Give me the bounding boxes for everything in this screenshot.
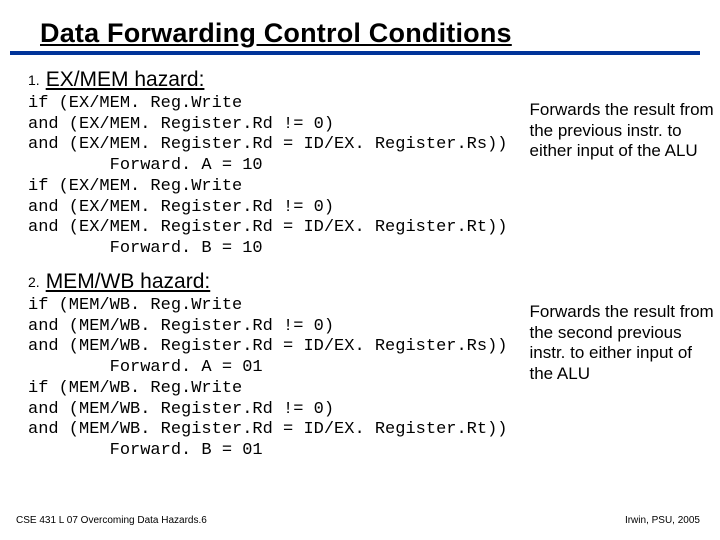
title-rule: Data Forwarding Control Conditions — [10, 18, 700, 55]
slide-body: 1.EX/MEM hazard: if (EX/MEM. Reg.Write a… — [0, 61, 720, 462]
footer-right: Irwin, PSU, 2005 — [625, 515, 700, 526]
footer-left: CSE 431 L 07 Overcoming Data Hazards.6 — [16, 515, 207, 526]
section-1-code: if (EX/MEM. Reg.Write and (EX/MEM. Regis… — [16, 94, 507, 260]
section-1-heading: 1.EX/MEM hazard: — [16, 68, 720, 92]
section-2-number: 2. — [28, 274, 46, 290]
slide: Data Forwarding Control Conditions 1.EX/… — [0, 0, 720, 540]
section-2-note: Forwards the result from the second prev… — [507, 296, 720, 462]
section-2-code: if (MEM/WB. Reg.Write and (MEM/WB. Regis… — [16, 296, 507, 462]
slide-footer: CSE 431 L 07 Overcoming Data Hazards.6 I… — [0, 515, 720, 526]
section-1-row: if (EX/MEM. Reg.Write and (EX/MEM. Regis… — [16, 94, 720, 260]
section-2-label: MEM/WB hazard: — [46, 270, 211, 293]
section-1-label: EX/MEM hazard: — [46, 68, 205, 91]
section-1-note: Forwards the result from the previous in… — [507, 94, 720, 260]
section-1-number: 1. — [28, 72, 46, 88]
slide-title: Data Forwarding Control Conditions — [40, 18, 682, 49]
section-2-row: if (MEM/WB. Reg.Write and (MEM/WB. Regis… — [16, 296, 720, 462]
section-2-heading: 2.MEM/WB hazard: — [16, 270, 720, 294]
